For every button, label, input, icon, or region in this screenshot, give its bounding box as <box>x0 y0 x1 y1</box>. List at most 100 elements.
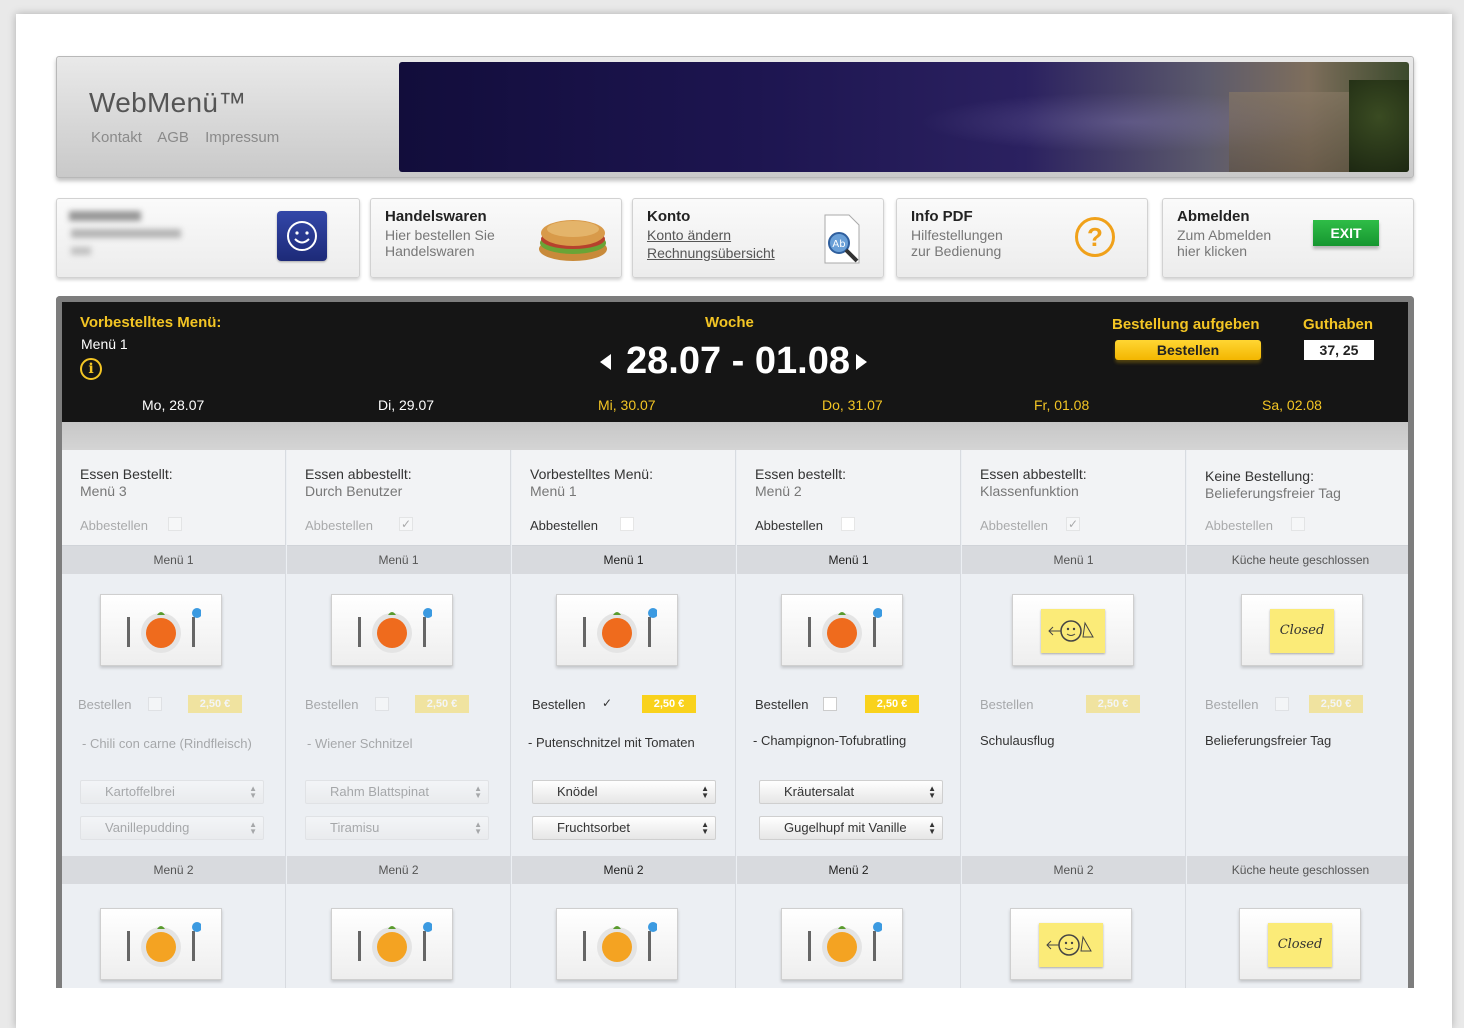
menu-tile: Closed <box>1239 908 1361 980</box>
konto-aendern-link[interactable]: Konto ändern <box>647 227 731 243</box>
menu-tile[interactable] <box>331 908 453 980</box>
info-pdf-card[interactable]: Info PDF Hilfestellungen zur Bedienung ? <box>896 198 1148 278</box>
abbestellen-checkbox[interactable] <box>841 517 855 531</box>
preorder-label: Vorbestelltes Menü: <box>80 314 222 331</box>
menu-header: Menü 2 <box>62 856 285 884</box>
bestellen-button[interactable]: Bestellen <box>1115 340 1261 360</box>
woche-label: Woche <box>705 314 754 331</box>
handelswaren-desc: Handelswaren <box>385 243 475 259</box>
school-trip-icon <box>1041 609 1105 653</box>
school-trip-icon <box>1039 923 1103 967</box>
abbestellen-checkbox[interactable]: ✓ <box>1066 517 1080 531</box>
info-pdf-title: Info PDF <box>911 208 973 225</box>
closed-note: Closed <box>1268 923 1332 967</box>
status-title: Essen abbestellt: <box>305 466 412 482</box>
bestellen-checkbox[interactable] <box>375 697 389 711</box>
menu-tile[interactable] <box>100 908 222 980</box>
help-question-icon[interactable]: ? <box>1075 217 1115 257</box>
menu-tile[interactable] <box>781 908 903 980</box>
day-header: Mi, 30.07 <box>598 397 656 413</box>
header-links: Kontakt AGB Impressum <box>91 129 291 146</box>
status-sub: Menü 2 <box>755 483 802 499</box>
link-kontakt[interactable]: Kontakt <box>91 129 142 146</box>
app-title: WebMenü™ <box>89 87 247 118</box>
exit-button[interactable]: EXIT <box>1313 220 1379 246</box>
plate-icon <box>808 608 882 653</box>
status-sub: Menü 1 <box>530 483 577 499</box>
plate-icon <box>583 608 657 653</box>
grid-separator <box>62 422 1408 450</box>
plate-icon <box>358 922 432 967</box>
dessert-select[interactable]: Tiramisu ▲ ▼ <box>305 816 489 840</box>
bestellen-checkbox[interactable] <box>148 697 162 711</box>
side-dish-select[interactable]: Kartoffelbrei ▲ ▼ <box>80 780 264 804</box>
info-icon[interactable]: i <box>80 358 102 380</box>
status-title: Essen Bestellt: <box>80 466 173 482</box>
day-grid: Essen Bestellt: Menü 3 Abbestellen Menü … <box>56 422 1414 988</box>
dessert-select[interactable]: Vanillepudding ▲ ▼ <box>80 816 264 840</box>
day-column-mo: Essen Bestellt: Menü 3 Abbestellen Menü … <box>62 450 286 988</box>
bestellen-checkbox[interactable]: ✓ <box>600 697 614 711</box>
status-sub: Klassenfunktion <box>980 483 1079 499</box>
abbestellen-label: Abbestellen <box>80 518 148 533</box>
menu-header: Menü 1 <box>512 546 735 574</box>
menu-tile[interactable] <box>556 594 678 666</box>
bestellen-label: Bestellen <box>78 697 132 712</box>
day-column-di: Essen abbestellt: Durch Benutzer Abbeste… <box>287 450 511 988</box>
order-status: Essen Bestellt: Menü 3 Abbestellen <box>62 450 285 546</box>
abbestellen-label[interactable]: Abbestellen <box>530 518 598 533</box>
day-column-sa: Keine Bestellung: Belieferungsfreier Tag… <box>1187 450 1408 988</box>
plate-icon <box>127 608 201 653</box>
abbestellen-label[interactable]: Abbestellen <box>755 518 823 533</box>
bestellen-checkbox[interactable] <box>823 697 837 711</box>
rechnungsuebersicht-link[interactable]: Rechnungsübersicht <box>647 245 775 261</box>
handelswaren-card[interactable]: Handelswaren Hier bestellen Sie Handelsw… <box>370 198 622 278</box>
bestellen-label: Bestellen <box>1205 697 1259 712</box>
menu-tile[interactable] <box>100 594 222 666</box>
abbestellen-checkbox[interactable] <box>1291 517 1305 531</box>
status-title: Keine Bestellung: <box>1205 468 1314 484</box>
smiley-icon[interactable] <box>277 211 327 261</box>
abbestellen-checkbox[interactable] <box>168 517 182 531</box>
abbestellen-checkbox[interactable] <box>620 517 634 531</box>
abbestellen-label: Abbestellen <box>1205 518 1273 533</box>
week-range: 28.07 - 01.08 <box>626 340 850 382</box>
side-dish-select[interactable]: Knödel ▲ ▼ <box>532 780 716 804</box>
link-agb[interactable]: AGB <box>157 129 189 146</box>
side-dish-select[interactable]: Kräutersalat ▲ ▼ <box>759 780 943 804</box>
price-badge: 2,50 € <box>1086 695 1140 713</box>
abbestellen-label: Abbestellen <box>980 518 1048 533</box>
order-label: Bestellung aufgeben <box>1112 316 1260 333</box>
order-status: Essen bestellt: Menü 2 Abbestellen <box>737 450 960 546</box>
menu-header: Küche heute geschlossen <box>1187 546 1408 574</box>
menu-tile[interactable] <box>556 908 678 980</box>
user-detail-blurred <box>71 229 181 238</box>
day-header: Fr, 01.08 <box>1034 397 1090 413</box>
dish-name: Schulausflug <box>980 733 1055 748</box>
day-column-fr: Essen abbestellt: Klassenfunktion Abbest… <box>962 450 1186 988</box>
menu-header: Menü 1 <box>737 546 960 574</box>
menu-tile[interactable] <box>781 594 903 666</box>
day-header: Mo, 28.07 <box>142 397 205 413</box>
abmelden-card: Abmelden Zum Abmelden hier klicken EXIT <box>1162 198 1414 278</box>
next-week-arrow-icon[interactable] <box>856 354 867 370</box>
dessert-select[interactable]: Gugelhupf mit Vanille ▲ ▼ <box>759 816 943 840</box>
menu-header: Menü 2 <box>962 856 1185 884</box>
dish-name: - Putenschnitzel mit Tomaten <box>528 735 695 750</box>
menu-tile[interactable] <box>331 594 453 666</box>
info-pdf-desc: Hilfestellungen <box>911 227 1003 243</box>
status-sub: Belieferungsfreier Tag <box>1205 485 1341 501</box>
dessert-select[interactable]: Fruchtsorbet ▲ ▼ <box>532 816 716 840</box>
link-impressum[interactable]: Impressum <box>205 129 279 146</box>
bestellen-checkbox[interactable] <box>1275 697 1289 711</box>
dish-name: - Champignon-Tofubratling <box>753 733 907 748</box>
plate-icon <box>358 608 432 653</box>
bestellen-label: Bestellen <box>755 697 809 712</box>
menu-header: Menü 1 <box>962 546 1185 574</box>
day-header: Do, 31.07 <box>822 397 883 413</box>
side-dish-select[interactable]: Rahm Blattspinat ▲ ▼ <box>305 780 489 804</box>
preorder-value: Menü 1 <box>81 336 128 352</box>
abbestellen-checkbox[interactable]: ✓ <box>399 517 413 531</box>
menu-header: Menü 2 <box>512 856 735 884</box>
price-badge: 2,50 € <box>188 695 242 713</box>
